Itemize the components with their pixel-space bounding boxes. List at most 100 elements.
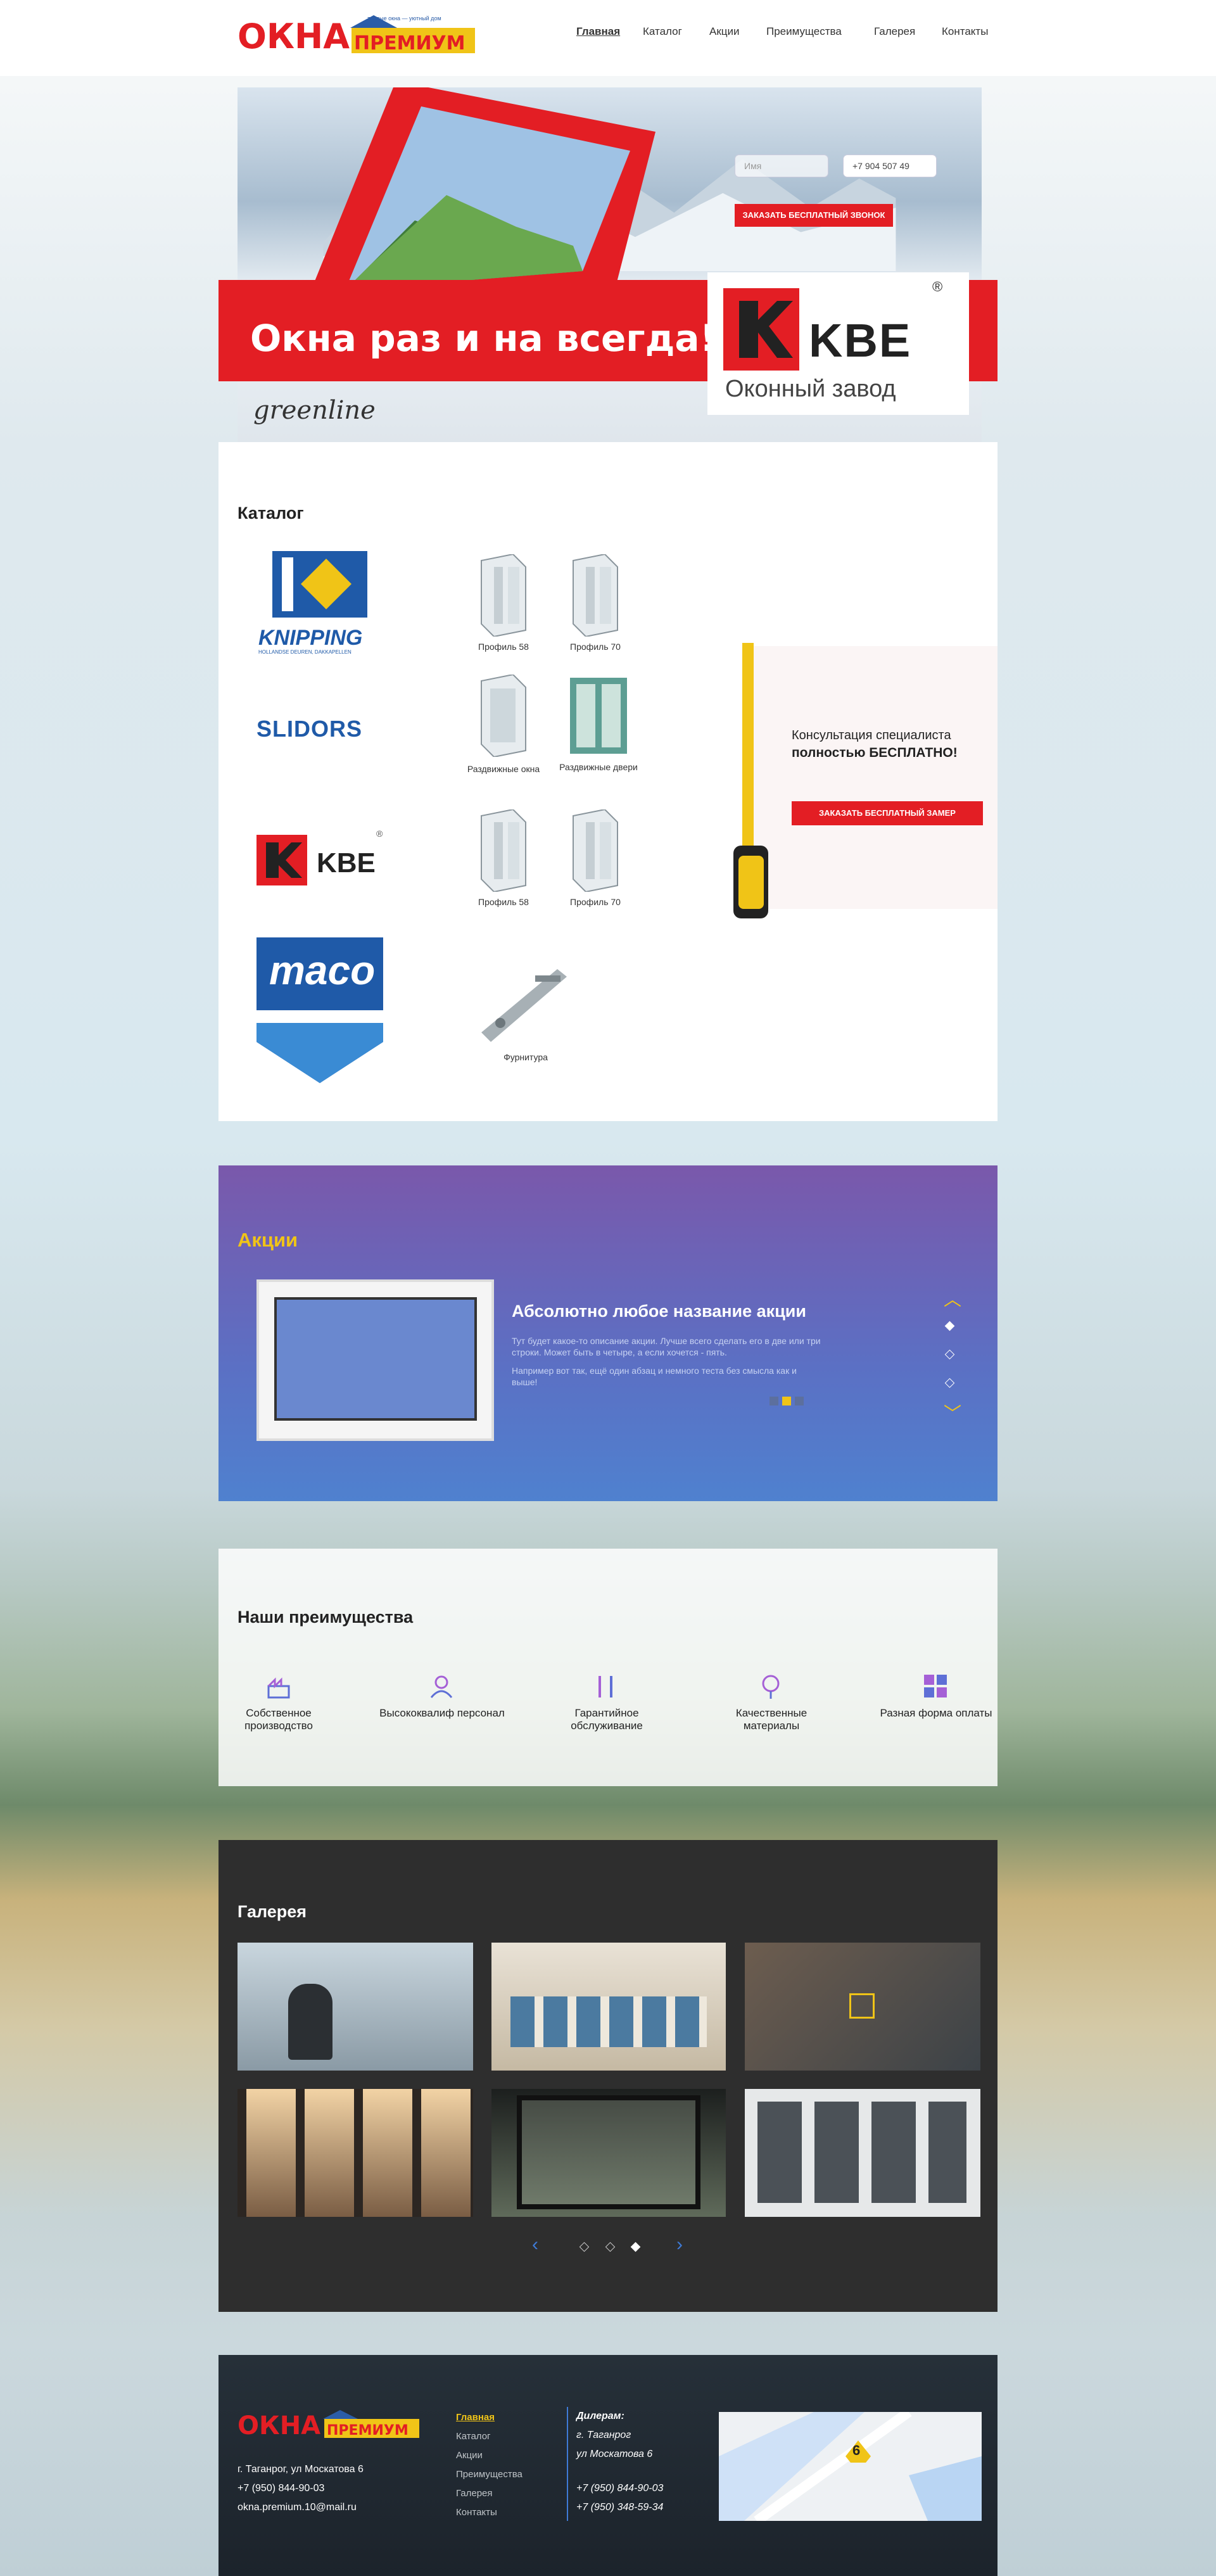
footer-email[interactable]: okna.premium.10@mail.ru — [238, 2502, 357, 2513]
catalog-item-kbe-profile70[interactable] — [567, 808, 624, 893]
expand-icon[interactable] — [849, 1993, 875, 2019]
advantage-label-payment: Разная форма оплаты — [880, 1707, 992, 1719]
svg-text:ОКНА: ОКНА — [238, 16, 350, 56]
advantage-label-materials: Качественные материалы — [735, 1707, 808, 1732]
svg-text:ПРЕМИУМ: ПРЕМИУМ — [354, 32, 466, 54]
svg-text:ПРЕМИУМ: ПРЕМИУМ — [327, 2423, 408, 2439]
tape-measure-image — [733, 643, 768, 918]
brand-knipping-name: KNIPPING — [258, 626, 363, 650]
map-marker-label: 6 — [852, 2442, 861, 2458]
dealer-address: ул Москатова 6 — [576, 2449, 653, 2459]
brand-knipping-sub: HOLLANDSE DEUREN, DAKKAPELLEN — [258, 649, 352, 655]
catalog-item-profile70[interactable] — [567, 553, 624, 638]
catalog-item-profile58[interactable] — [475, 553, 532, 638]
facebook-icon[interactable] — [770, 1397, 778, 1405]
catalog-label-profile58-b: Профиль 58 — [478, 897, 529, 907]
catalog-label-profile58-a: Профиль 58 — [478, 642, 529, 652]
vk-icon[interactable] — [782, 1397, 791, 1405]
phone-input[interactable]: +7 904 507 49 — [843, 155, 937, 177]
factory-icon — [267, 1677, 290, 1699]
advantage-label-own-production: Собственное производство — [244, 1707, 313, 1732]
greenline-logo: greenline — [253, 396, 376, 425]
gallery-photo-balcony[interactable] — [745, 1943, 980, 2071]
nav-contacts[interactable]: Контакты — [942, 25, 988, 38]
brand-kbe-name: KBE — [317, 847, 376, 879]
promo-headline: Абсолютно любое название акции — [512, 1302, 806, 1321]
consult-block — [744, 646, 998, 909]
catalog-label-sliding-doors: Раздвижные двери — [559, 762, 638, 772]
gallery-photo-dark-window[interactable] — [491, 2089, 726, 2217]
catalog-label-hardware: Фурнитура — [504, 1052, 548, 1062]
gallery-panel — [218, 1840, 998, 2312]
dealer-city: г. Таганрог — [576, 2430, 631, 2440]
footer-nav-contacts[interactable]: Контакты — [456, 2507, 497, 2518]
advantages-title: Наши преимущества — [238, 1608, 414, 1627]
svg-text:ОКНА: ОКНА — [238, 2411, 320, 2440]
footer-nav-promos[interactable]: Акции — [456, 2450, 483, 2461]
nav-promos[interactable]: Акции — [709, 25, 740, 38]
catalog-item-hardware[interactable] — [475, 963, 570, 1045]
promo-prev-arrow-icon[interactable]: ︿ — [944, 1286, 961, 1311]
hero-headline: Окна раз и на всегда! — [250, 317, 717, 360]
dealer-phone-2[interactable]: +7 (950) 348-59-34 — [576, 2502, 663, 2513]
footer-nav-catalog[interactable]: Каталог — [456, 2431, 491, 2442]
nav-gallery[interactable]: Галерея — [874, 25, 915, 38]
kbe-k-icon — [723, 288, 799, 371]
logo-tagline: теплые окна — уютный дом — [367, 15, 441, 22]
catalog-item-sliding-doors[interactable] — [567, 675, 630, 757]
callback-button[interactable]: ЗАКАЗАТЬ БЕСПЛАТНЫЙ ЗВОНОК — [735, 204, 893, 227]
advantages-panel — [218, 1549, 998, 1786]
site-logo[interactable]: ОКНА ПРЕМИУМ — [238, 14, 478, 58]
promo-title: Акции — [238, 1229, 298, 1251]
gallery-photo-woman-window[interactable] — [238, 1943, 473, 2071]
name-input[interactable]: Имя — [735, 155, 828, 177]
quality-icon — [762, 1675, 780, 1699]
twitter-icon[interactable] — [795, 1397, 804, 1405]
footer-logo[interactable]: ОКНА ПРЕМИУМ — [238, 2410, 428, 2442]
catalog-label-profile70-a: Профиль 70 — [570, 642, 621, 652]
tools-icon — [598, 1676, 612, 1697]
catalog-title: Каталог — [238, 504, 304, 523]
gallery-photo-classic-facade[interactable] — [491, 1943, 726, 2071]
kbe-wordmark: KBE — [809, 314, 912, 367]
footer-nav-advantages[interactable]: Преимущества — [456, 2469, 522, 2480]
gallery-prev-arrow-icon[interactable]: ‹ — [532, 2234, 538, 2256]
catalog-label-sliding-windows: Раздвижные окна — [467, 764, 540, 774]
footer-phone[interactable]: +7 (950) 844-90-03 — [238, 2483, 324, 2494]
nav-advantages[interactable]: Преимущества — [766, 25, 842, 38]
payment-icon — [924, 1675, 947, 1697]
promo-text-1: Тут будет какое-то описание акции. Лучше… — [512, 1336, 821, 1357]
catalog-label-profile70-b: Профиль 70 — [570, 897, 621, 907]
consult-line2: полностью БЕСПЛАТНО! — [792, 746, 958, 760]
site-header — [0, 0, 1216, 76]
footer-address: г. Таганрог, ул Москатова 6 — [238, 2464, 364, 2475]
dealer-title: Дилерам: — [576, 2411, 624, 2421]
advantage-label-warranty: Гарантийное обслуживание — [571, 1707, 643, 1732]
footer-divider — [567, 2407, 568, 2521]
dealer-phone-1[interactable]: +7 (950) 844-90-03 — [576, 2483, 663, 2494]
nav-home[interactable]: Главная — [576, 25, 620, 38]
gallery-photo-city-view[interactable] — [238, 2089, 473, 2217]
kbe-subtitle: Оконный завод — [725, 376, 896, 402]
brand-maco-name: maco — [269, 948, 376, 993]
kbe-badge: KBE ® Оконный завод — [707, 272, 969, 415]
catalog-item-sliding-windows[interactable] — [475, 673, 532, 758]
promo-text-2: Например вот так, ещё один абзац и немно… — [512, 1366, 797, 1387]
nav-catalog[interactable]: Каталог — [643, 25, 682, 38]
promo-image[interactable] — [256, 1279, 494, 1441]
consult-line1: Консультация специалиста — [792, 728, 951, 742]
promo-next-arrow-icon[interactable]: ﹀ — [944, 1400, 961, 1425]
brand-slidors-logo[interactable]: SLIDORS — [256, 716, 362, 742]
order-measure-button[interactable]: ЗАКАЗАТЬ БЕСПЛАТНЫЙ ЗАМЕР — [792, 801, 983, 825]
advantage-label-personnel: Высококвалиф персонал — [379, 1707, 505, 1719]
location-map[interactable]: 6 — [719, 2412, 982, 2521]
gallery-title: Галерея — [238, 1902, 307, 1921]
catalog-item-kbe-profile58[interactable] — [475, 808, 532, 893]
gallery-next-arrow-icon[interactable]: › — [676, 2234, 683, 2256]
gallery-photo-modern-facade[interactable] — [745, 2089, 980, 2217]
worker-icon — [430, 1675, 453, 1698]
footer-nav-home[interactable]: Главная — [456, 2412, 495, 2423]
brand-kbe-mark: ® — [376, 828, 383, 839]
footer-nav-gallery[interactable]: Галерея — [456, 2488, 493, 2499]
kbe-registered-mark: ® — [932, 279, 943, 295]
